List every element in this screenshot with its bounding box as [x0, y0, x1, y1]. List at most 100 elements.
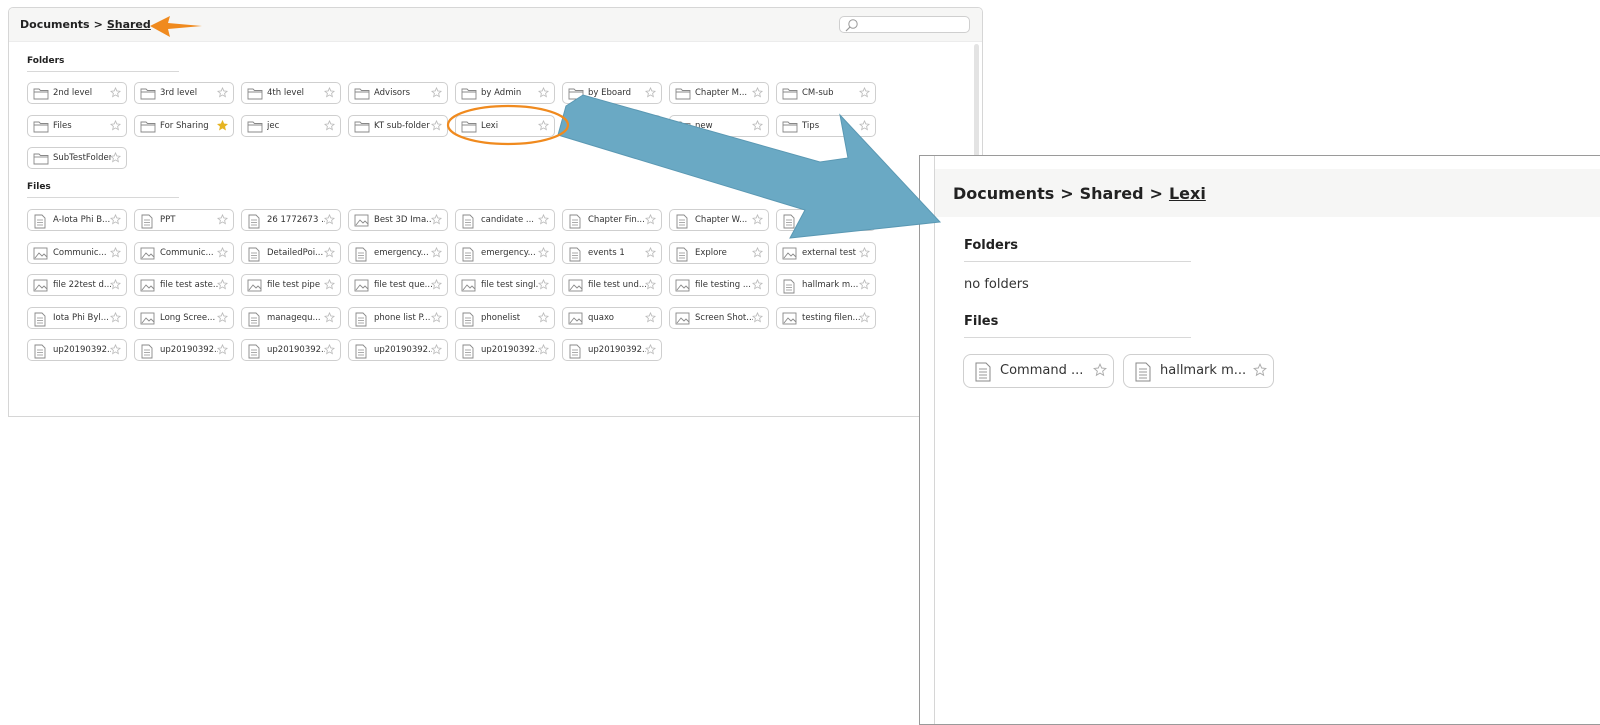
- star-icon[interactable]: [645, 87, 656, 98]
- star-icon[interactable]: [752, 119, 763, 131]
- star-icon[interactable]: [859, 279, 870, 290]
- folder-tile[interactable]: 3rd level: [134, 82, 234, 104]
- star-icon[interactable]: [324, 279, 335, 290]
- star-icon[interactable]: [538, 87, 549, 98]
- star-icon[interactable]: [752, 214, 763, 225]
- file-tile[interactable]: Best 3D Ima...: [348, 209, 448, 231]
- star-icon[interactable]: [859, 87, 870, 98]
- star-icon[interactable]: [645, 311, 656, 323]
- file-tile[interactable]: file testing ...: [669, 274, 769, 296]
- file-tile[interactable]: Communic...: [134, 241, 234, 264]
- zoom-breadcrumb-lexi[interactable]: Lexi: [1169, 184, 1206, 203]
- breadcrumb-documents[interactable]: Documents: [20, 18, 90, 31]
- file-tile[interactable]: phonelist: [455, 306, 555, 329]
- star-icon[interactable]: [1093, 363, 1107, 377]
- star-icon[interactable]: [538, 119, 549, 131]
- folder-tile[interactable]: For Sharing: [134, 114, 234, 137]
- file-tile[interactable]: testing filen...: [776, 306, 876, 329]
- star-icon[interactable]: [645, 344, 656, 355]
- star-icon[interactable]: [217, 87, 228, 98]
- file-tile[interactable]: Chapter W...: [669, 209, 769, 231]
- file-tile[interactable]: external test: [776, 241, 876, 264]
- folder-tile[interactable]: CM-sub: [776, 82, 876, 104]
- file-tile[interactable]: Chapter Fin...: [562, 209, 662, 231]
- star-icon[interactable]: [217, 279, 228, 290]
- folder-tile[interactable]: Files: [27, 114, 127, 137]
- star-icon[interactable]: [859, 246, 870, 258]
- star-icon[interactable]: [859, 214, 870, 225]
- file-tile[interactable]: up20190392...: [27, 339, 127, 361]
- star-icon[interactable]: [324, 214, 335, 225]
- folder-tile[interactable]: Advisors: [348, 82, 448, 104]
- star-icon[interactable]: [217, 311, 228, 323]
- file-tile[interactable]: file test singl...: [455, 274, 555, 296]
- file-tile[interactable]: emergency...: [348, 241, 448, 264]
- file-tile[interactable]: Long Scree...: [134, 306, 234, 329]
- file-tile[interactable]: up20190392...: [455, 339, 555, 361]
- star-icon[interactable]: [110, 87, 121, 98]
- star-icon[interactable]: [538, 279, 549, 290]
- star-icon[interactable]: [859, 311, 870, 323]
- file-tile[interactable]: candidate ...: [455, 209, 555, 231]
- file-tile[interactable]: up20190392...: [348, 339, 448, 361]
- star-icon[interactable]: [645, 214, 656, 225]
- file-tile[interactable]: 26 1772673 ...: [241, 209, 341, 231]
- star-icon[interactable]: [110, 344, 121, 355]
- folder-tile[interactable]: Tips: [776, 114, 876, 137]
- file-tile[interactable]: managequ...: [241, 306, 341, 329]
- file-tile[interactable]: Iota Phi Byl...: [27, 306, 127, 329]
- star-icon[interactable]: [645, 279, 656, 290]
- zoom-breadcrumb-documents[interactable]: Documents: [953, 184, 1054, 203]
- breadcrumb-shared[interactable]: Shared: [107, 18, 151, 31]
- file-tile[interactable]: file test que...: [348, 274, 448, 296]
- folder-tile[interactable]: KT sub-folder: [348, 114, 448, 137]
- folder-tile[interactable]: by Admin: [455, 82, 555, 104]
- star-icon[interactable]: [752, 279, 763, 290]
- folder-tile[interactable]: by Eboard: [562, 82, 662, 104]
- star-icon[interactable]: [324, 87, 335, 98]
- file-tile[interactable]: hallmark m...: [1123, 354, 1274, 388]
- star-icon[interactable]: [324, 311, 335, 323]
- star-icon[interactable]: [538, 246, 549, 258]
- file-tile[interactable]: Command ...: [963, 354, 1114, 388]
- star-icon[interactable]: [324, 119, 335, 131]
- file-tile[interactable]: [776, 209, 876, 231]
- star-icon[interactable]: [110, 214, 121, 225]
- file-tile[interactable]: phone list P...: [348, 306, 448, 329]
- star-icon[interactable]: [324, 344, 335, 355]
- star-icon[interactable]: [431, 279, 442, 290]
- star-icon[interactable]: [110, 311, 121, 323]
- file-tile[interactable]: Communic...: [27, 241, 127, 264]
- star-icon[interactable]: [110, 152, 121, 163]
- star-icon[interactable]: [431, 119, 442, 131]
- folder-tile[interactable]: jec: [241, 114, 341, 137]
- star-filled-icon[interactable]: [217, 119, 228, 131]
- star-icon[interactable]: [217, 246, 228, 258]
- file-tile[interactable]: up20190392...: [562, 339, 662, 361]
- file-tile[interactable]: up20190392...: [134, 339, 234, 361]
- file-tile[interactable]: Explore: [669, 241, 769, 264]
- star-icon[interactable]: [1253, 363, 1267, 377]
- star-icon[interactable]: [431, 214, 442, 225]
- zoom-breadcrumb-shared[interactable]: Shared: [1080, 184, 1144, 203]
- file-tile[interactable]: up20190392...: [241, 339, 341, 361]
- file-tile[interactable]: file test und...: [562, 274, 662, 296]
- star-icon[interactable]: [431, 246, 442, 258]
- star-icon[interactable]: [110, 279, 121, 290]
- star-icon[interactable]: [645, 119, 656, 131]
- folder-tile[interactable]: [562, 114, 662, 137]
- star-icon[interactable]: [859, 119, 870, 131]
- file-tile[interactable]: Screen Shot...: [669, 306, 769, 329]
- file-tile[interactable]: file test pipe: [241, 274, 341, 296]
- star-icon[interactable]: [538, 311, 549, 323]
- star-icon[interactable]: [110, 246, 121, 258]
- file-tile[interactable]: A-Iota Phi B...: [27, 209, 127, 231]
- file-tile[interactable]: PPT: [134, 209, 234, 231]
- search-input[interactable]: [839, 16, 970, 33]
- star-icon[interactable]: [538, 214, 549, 225]
- star-icon[interactable]: [324, 246, 335, 258]
- star-icon[interactable]: [431, 311, 442, 323]
- star-icon[interactable]: [538, 344, 549, 355]
- star-icon[interactable]: [752, 246, 763, 258]
- star-icon[interactable]: [217, 344, 228, 355]
